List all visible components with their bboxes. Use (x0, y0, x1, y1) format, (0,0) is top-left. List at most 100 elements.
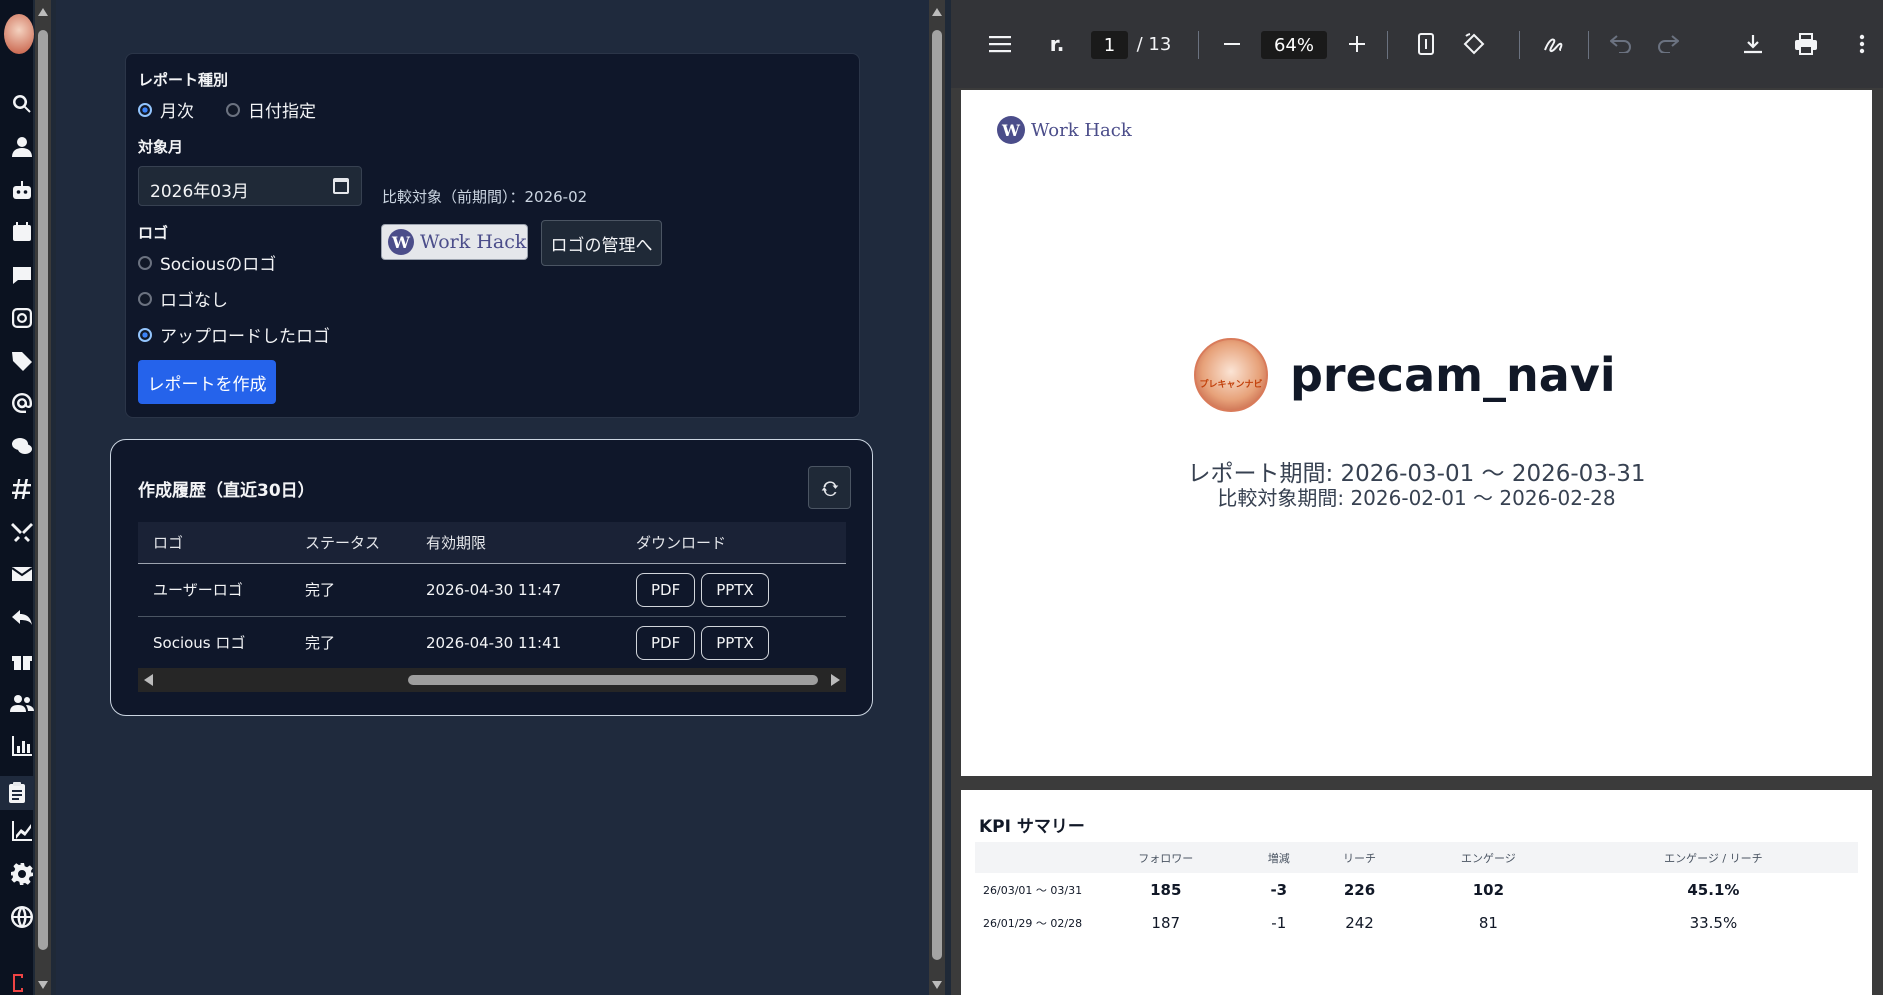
calendar-icon[interactable] (9, 219, 35, 245)
more-options-icon[interactable] (1855, 26, 1869, 62)
download-pdf-button[interactable]: PDF (636, 625, 696, 660)
toolbar-divider (1588, 31, 1589, 59)
account-avatar[interactable] (4, 14, 34, 54)
page-logo: W Work Hack (997, 116, 1132, 144)
users-icon[interactable] (9, 690, 35, 716)
reply-icon[interactable] (9, 604, 35, 630)
cell-status: 完了 (290, 616, 411, 670)
mention-icon[interactable] (9, 390, 35, 416)
col-download: ダウンロード (621, 522, 846, 564)
nav-scrollbar[interactable] (35, 0, 51, 995)
globe-icon[interactable] (9, 904, 35, 930)
pdf-page-2: KPI サマリー フォロワー 増減 リーチ エンゲージ エンゲージ / リーチ … (961, 790, 1872, 995)
robot-icon[interactable] (9, 177, 35, 203)
toolbar-divider (1387, 31, 1388, 59)
account-name: precam_navi (1290, 348, 1616, 402)
kpi-cell: 102 (1472, 880, 1505, 899)
redo-icon[interactable] (1656, 26, 1680, 62)
scroll-down-arrow[interactable] (38, 981, 48, 989)
print-icon[interactable] (1793, 26, 1819, 62)
radio-socious-logo[interactable]: Sociousのロゴ (138, 250, 276, 275)
scrollbar-thumb[interactable] (38, 30, 48, 950)
table-row: 26/03/01 〜 03/31 185 -3 226 102 45.1% (975, 873, 1858, 906)
hashtag-icon[interactable] (9, 476, 35, 502)
chat-icon[interactable] (9, 433, 35, 459)
scroll-down-arrow[interactable] (932, 981, 942, 989)
page-number-input[interactable]: 1 (1091, 31, 1128, 59)
scroll-left-arrow[interactable] (144, 674, 153, 686)
kpi-cell: 185 (1150, 880, 1182, 899)
scrollbar-thumb[interactable] (408, 675, 818, 685)
radio-dot[interactable] (138, 291, 152, 306)
scroll-up-arrow[interactable] (38, 8, 48, 16)
zoom-in-icon[interactable] (1345, 26, 1369, 62)
report-icon[interactable] (0, 776, 34, 810)
refresh-button[interactable] (808, 466, 851, 509)
download-pdf-button[interactable]: PDF (636, 572, 696, 607)
undo-icon[interactable] (1609, 26, 1633, 62)
swords-icon[interactable] (9, 519, 35, 545)
kpi-cell: 33.5% (1689, 913, 1738, 932)
analytics-icon[interactable] (9, 818, 35, 844)
target-month-input[interactable]: 2026年03月 (138, 166, 362, 206)
kpi-cell: 45.1% (1687, 880, 1740, 899)
report-type-label: レポート種別 (138, 71, 229, 89)
kpi-cell: 242 (1345, 913, 1374, 932)
table-horizontal-scrollbar[interactable] (138, 668, 846, 692)
scroll-right-arrow[interactable] (831, 674, 840, 686)
cell-download: PDF PPTX (621, 616, 846, 670)
download-icon[interactable] (1741, 26, 1765, 62)
account-header: プレキャンナビ precam_navi (1194, 338, 1616, 412)
download-pptx-button[interactable]: PPTX (701, 625, 769, 660)
table-row: ユーザーロゴ 完了 2026-04-30 11:47 PDF PPTX (138, 563, 846, 617)
menu-icon[interactable] (985, 26, 1015, 62)
user-icon[interactable] (9, 134, 35, 160)
zoom-out-icon[interactable] (1220, 26, 1244, 62)
search-icon[interactable] (9, 91, 35, 117)
scrollbar-thumb[interactable] (932, 30, 942, 960)
tag-icon[interactable] (9, 348, 35, 374)
download-pptx-button[interactable]: PPTX (701, 572, 769, 607)
radio-dot[interactable] (138, 102, 152, 117)
pdf-page-1: W Work Hack プレキャンナビ precam_navi レポート期間: 2… (961, 90, 1872, 776)
cell-logo: Socious ロゴ (138, 616, 290, 670)
radio-uploaded-logo[interactable]: アップロードしたロゴ (138, 322, 330, 347)
kpi-cell: 81 (1478, 913, 1498, 932)
bar-chart-icon[interactable] (9, 733, 35, 759)
gift-icon[interactable] (9, 647, 35, 673)
create-report-button[interactable]: レポートを作成 (138, 360, 276, 404)
calendar-icon[interactable] (333, 178, 349, 194)
radio-dot[interactable] (138, 255, 152, 270)
col-status: ステータス (290, 522, 411, 564)
table-row: 26/01/29 〜 02/28 187 -1 242 81 33.5% (975, 906, 1858, 939)
uploaded-logo-preview: W Work Hack (381, 224, 528, 260)
comment-icon[interactable] (9, 262, 35, 288)
instagram-icon[interactable] (9, 305, 35, 331)
gear-icon[interactable] (9, 861, 35, 887)
annotate-icon[interactable] (1541, 26, 1567, 62)
manage-logo-button[interactable]: ロゴの管理へ (541, 220, 662, 266)
radio-dot[interactable] (226, 102, 240, 117)
mail-icon[interactable] (9, 561, 35, 587)
main-scrollbar[interactable] (929, 0, 945, 995)
scroll-up-arrow[interactable] (932, 8, 942, 16)
rotate-icon[interactable] (1461, 26, 1487, 62)
kpi-cell: -3 (1270, 880, 1288, 899)
report-form-panel: レポート種別 月次 日付指定 対象月 2026年03月 比較対象（前期間）：20… (125, 53, 860, 418)
kpi-col-change: 増減 (1246, 842, 1312, 873)
logout-icon[interactable] (9, 972, 35, 994)
radio-date-range[interactable]: 日付指定 (226, 97, 316, 122)
radio-dot[interactable] (138, 327, 152, 342)
pdf-toolbar: r. 1 / 13 64% (951, 0, 1883, 88)
cell-download: PDF PPTX (621, 563, 846, 617)
kpi-col-engage: エンゲージ (1407, 842, 1569, 873)
zoom-level-input[interactable]: 64% (1261, 31, 1327, 59)
radio-no-logo[interactable]: ロゴなし (138, 286, 228, 311)
fit-page-icon[interactable] (1414, 26, 1438, 62)
kpi-col-followers: フォロワー (1085, 842, 1247, 873)
history-panel: 作成履歴（直近30日） ロゴ ステータス 有効期限 ダウンロード ユーザーロゴ (110, 439, 873, 716)
left-nav (0, 0, 34, 995)
radio-monthly[interactable]: 月次 (138, 97, 194, 122)
refresh-icon (821, 480, 838, 496)
kpi-cell: 26/01/29 〜 02/28 (983, 916, 1083, 930)
